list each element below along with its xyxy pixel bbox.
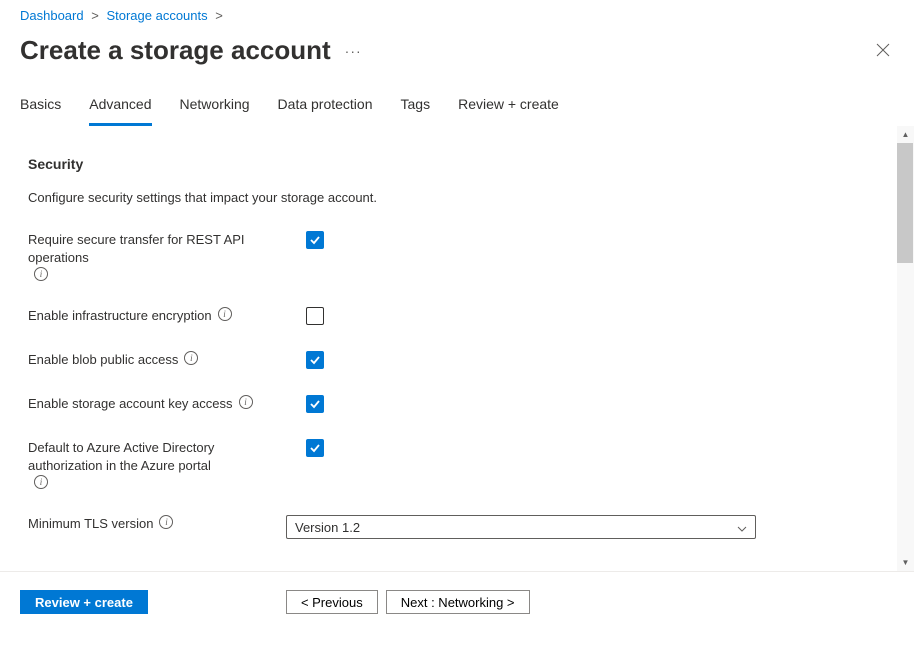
info-icon[interactable]: i <box>184 351 198 365</box>
checkmark-icon <box>309 398 321 410</box>
more-actions-button[interactable]: ··· <box>345 43 362 59</box>
checkbox-aad-default[interactable] <box>306 439 324 457</box>
info-icon[interactable]: i <box>34 475 48 489</box>
checkbox-secure-transfer[interactable] <box>306 231 324 249</box>
breadcrumb-link-storage-accounts[interactable]: Storage accounts <box>106 8 207 23</box>
next-button[interactable]: Next : Networking > <box>386 590 530 614</box>
previous-button[interactable]: < Previous <box>286 590 378 614</box>
tab-bar: Basics Advanced Networking Data protecti… <box>0 66 914 126</box>
breadcrumb: Dashboard > Storage accounts > <box>0 0 914 27</box>
checkmark-icon <box>309 354 321 366</box>
field-label: Require secure transfer for REST API ope… <box>28 231 286 281</box>
field-aad-default: Default to Azure Active Directory author… <box>28 439 886 489</box>
checkmark-icon <box>309 234 321 246</box>
breadcrumb-separator: > <box>91 8 99 23</box>
info-icon[interactable]: i <box>159 515 173 529</box>
field-infra-encryption: Enable infrastructure encryption i <box>28 307 886 325</box>
checkbox-key-access[interactable] <box>306 395 324 413</box>
section-description: Configure security settings that impact … <box>28 190 886 205</box>
field-blob-public: Enable blob public access i <box>28 351 886 369</box>
close-icon <box>876 43 890 57</box>
field-label: Enable storage account key access i <box>28 395 286 413</box>
chevron-down-icon <box>737 520 747 535</box>
checkmark-icon <box>309 442 321 454</box>
tab-networking[interactable]: Networking <box>180 96 250 126</box>
scroll-thumb[interactable] <box>897 143 913 263</box>
info-icon[interactable]: i <box>218 307 232 321</box>
review-create-button[interactable]: Review + create <box>20 590 148 614</box>
tab-basics[interactable]: Basics <box>20 96 61 126</box>
tab-tags[interactable]: Tags <box>401 96 431 126</box>
scrollbar[interactable]: ▲ ▼ <box>897 126 914 571</box>
tab-data-protection[interactable]: Data protection <box>278 96 373 126</box>
content-scroll-region: Security Configure security settings tha… <box>0 126 914 571</box>
field-label: Default to Azure Active Directory author… <box>28 439 286 489</box>
field-label: Minimum TLS version i <box>28 515 286 533</box>
breadcrumb-link-dashboard[interactable]: Dashboard <box>20 8 84 23</box>
page-header: Create a storage account ··· <box>0 27 914 66</box>
field-label: Enable blob public access i <box>28 351 286 369</box>
scroll-up-button[interactable]: ▲ <box>897 126 914 143</box>
breadcrumb-separator: > <box>215 8 223 23</box>
page-title: Create a storage account <box>20 35 331 66</box>
tab-advanced[interactable]: Advanced <box>89 96 151 126</box>
info-icon[interactable]: i <box>239 395 253 409</box>
field-label: Enable infrastructure encryption i <box>28 307 286 325</box>
field-secure-transfer: Require secure transfer for REST API ope… <box>28 231 886 281</box>
select-min-tls[interactable]: Version 1.2 <box>286 515 756 539</box>
field-min-tls: Minimum TLS version i Version 1.2 <box>28 515 886 539</box>
close-button[interactable] <box>872 38 894 64</box>
select-value: Version 1.2 <box>295 520 360 535</box>
info-icon[interactable]: i <box>34 267 48 281</box>
tab-review-create[interactable]: Review + create <box>458 96 559 126</box>
field-key-access: Enable storage account key access i <box>28 395 886 413</box>
content-panel: Security Configure security settings tha… <box>0 126 914 571</box>
checkbox-blob-public[interactable] <box>306 351 324 369</box>
footer-bar: Review + create < Previous Next : Networ… <box>0 572 914 634</box>
checkbox-infra-encryption[interactable] <box>306 307 324 325</box>
scroll-down-button[interactable]: ▼ <box>897 554 914 571</box>
section-title-security: Security <box>28 156 886 172</box>
